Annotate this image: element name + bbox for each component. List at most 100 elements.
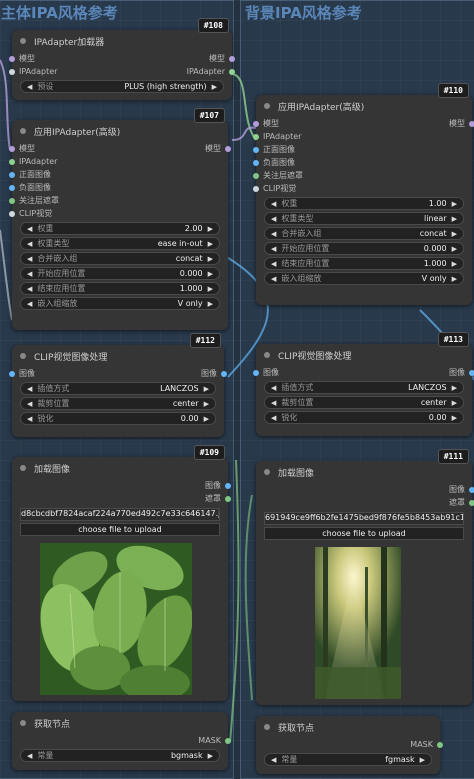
arrow-right-icon[interactable]: ▶ bbox=[452, 260, 457, 268]
slot-dot-icon[interactable] bbox=[469, 499, 474, 506]
embeds-scaling-combo[interactable]: ◀ 嵌入组缩放 V only ▶ bbox=[264, 272, 464, 285]
arrow-left-icon[interactable]: ◀ bbox=[271, 245, 276, 253]
arrow-left-icon[interactable]: ◀ bbox=[27, 400, 32, 408]
input-slot-negative-image[interactable]: 负面图像 bbox=[253, 156, 295, 169]
arrow-right-icon[interactable]: ▶ bbox=[420, 756, 425, 764]
input-slot-ipadapter[interactable]: IPAdapter bbox=[9, 155, 57, 168]
arrow-left-icon[interactable]: ◀ bbox=[27, 225, 32, 233]
collapse-toggle-icon[interactable] bbox=[20, 38, 26, 44]
input-slot-ipadapter[interactable]: IPAdapter bbox=[253, 130, 301, 143]
arrow-right-icon[interactable]: ▶ bbox=[208, 300, 213, 308]
node-header[interactable]: 加载图像 bbox=[12, 457, 228, 479]
slot-dot-icon[interactable] bbox=[253, 146, 259, 153]
arrow-right-icon[interactable]: ▶ bbox=[204, 415, 209, 423]
embeds-scaling-combo[interactable]: ◀ 嵌入组缩放 V only ▶ bbox=[20, 297, 220, 310]
constant-combo[interactable]: ◀ 常量 bgmask ▶ bbox=[20, 749, 220, 762]
arrow-left-icon[interactable]: ◀ bbox=[271, 756, 276, 764]
node-clip-vision-prep-right[interactable]: #113 CLIP视觉图像处理 图像 图像 ◀ 插值方式 LANCZOS ▶ ◀ 裁剪位… bbox=[253, 332, 474, 436]
output-slot-model[interactable]: 模型 bbox=[209, 52, 235, 65]
sharpening-number[interactable]: ◀ 锐化 0.00 ▶ bbox=[264, 411, 464, 424]
slot-dot-icon[interactable] bbox=[469, 369, 474, 376]
arrow-right-icon[interactable]: ▶ bbox=[208, 270, 213, 278]
node-get-right[interactable]: 获取节点 MASK ◀ 常量 fgmask ▶ bbox=[256, 716, 443, 774]
input-slot-image[interactable]: 图像 bbox=[9, 367, 35, 380]
slot-dot-icon[interactable] bbox=[9, 171, 15, 178]
slot-dot-icon[interactable] bbox=[253, 369, 259, 376]
arrow-left-icon[interactable]: ◀ bbox=[271, 215, 276, 223]
image-filename-combo[interactable]: 691949ce9ff6b2fe1475bed9f876fe5b8453ab91… bbox=[264, 512, 464, 525]
arrow-left-icon[interactable]: ◀ bbox=[27, 415, 32, 423]
arrow-left-icon[interactable]: ◀ bbox=[27, 385, 32, 393]
node-apply-ipadapter-right[interactable]: #110 应用IPAdapter(高级) 模型 模型 IPAdapter 正面图… bbox=[253, 83, 474, 305]
weight-number[interactable]: ◀ 权重 2.00 ▶ bbox=[20, 222, 220, 235]
input-slot-positive-image[interactable]: 正面图像 bbox=[253, 143, 295, 156]
collapse-toggle-icon[interactable] bbox=[20, 353, 26, 359]
node-graph-canvas[interactable]: 主体IPA风格参考 背景IPA风格参考 #108 IPAdapter加载器 模型… bbox=[0, 0, 474, 779]
arrow-right-icon[interactable]: ▶ bbox=[208, 285, 213, 293]
slot-dot-icon[interactable] bbox=[253, 185, 259, 192]
collapse-toggle-icon[interactable] bbox=[264, 103, 270, 109]
node-header[interactable]: IPAdapter加载器 bbox=[12, 30, 232, 52]
slot-dot-icon[interactable] bbox=[9, 184, 15, 191]
output-slot-image[interactable]: 图像 bbox=[449, 483, 474, 496]
slot-dot-icon[interactable] bbox=[229, 55, 235, 62]
interpolation-combo[interactable]: ◀ 插值方式 LANCZOS ▶ bbox=[20, 382, 216, 395]
arrow-left-icon[interactable]: ◀ bbox=[27, 240, 32, 248]
arrow-left-icon[interactable]: ◀ bbox=[271, 200, 276, 208]
node-header[interactable]: CLIP视觉图像处理 bbox=[256, 344, 472, 366]
collapse-toggle-icon[interactable] bbox=[264, 469, 270, 475]
arrow-left-icon[interactable]: ◀ bbox=[27, 255, 32, 263]
arrow-right-icon[interactable]: ▶ bbox=[452, 200, 457, 208]
arrow-right-icon[interactable]: ▶ bbox=[452, 230, 457, 238]
sharpening-number[interactable]: ◀ 锐化 0.00 ▶ bbox=[20, 412, 216, 425]
arrow-left-icon[interactable]: ◀ bbox=[27, 300, 32, 308]
slot-dot-icon[interactable] bbox=[221, 370, 227, 377]
arrow-left-icon[interactable]: ◀ bbox=[271, 414, 276, 422]
end-at-number[interactable]: ◀ 结束应用位置 1.000 ▶ bbox=[20, 282, 220, 295]
slot-dot-icon[interactable] bbox=[9, 197, 15, 204]
arrow-right-icon[interactable]: ▶ bbox=[452, 245, 457, 253]
slot-dot-icon[interactable] bbox=[9, 55, 15, 62]
preset-combo[interactable]: ◀ 预设 PLUS (high strength) ▶ bbox=[20, 80, 224, 93]
collapse-toggle-icon[interactable] bbox=[264, 352, 270, 358]
slot-dot-icon[interactable] bbox=[253, 133, 259, 140]
node-header[interactable]: CLIP视觉图像处理 bbox=[12, 345, 224, 367]
input-slot-model[interactable]: 模型 bbox=[9, 52, 35, 65]
output-slot-mask[interactable]: 遮罩 bbox=[205, 492, 231, 505]
node-get-left[interactable]: 获取节点 MASK ◀ 常量 bgmask ▶ bbox=[12, 712, 231, 770]
choose-file-button[interactable]: choose file to upload bbox=[20, 523, 220, 536]
output-slot-image[interactable]: 图像 bbox=[201, 367, 227, 380]
node-header[interactable]: 应用IPAdapter(高级) bbox=[256, 95, 472, 117]
slot-dot-icon[interactable] bbox=[9, 210, 15, 217]
slot-dot-icon[interactable] bbox=[9, 145, 15, 152]
output-slot-mask[interactable]: MASK bbox=[410, 738, 443, 751]
collapse-toggle-icon[interactable] bbox=[20, 465, 26, 471]
input-slot-clip-vision[interactable]: CLIP视觉 bbox=[9, 207, 52, 220]
output-slot-mask[interactable]: 遮罩 bbox=[449, 496, 474, 509]
arrow-right-icon[interactable]: ▶ bbox=[212, 83, 217, 91]
slot-dot-icon[interactable] bbox=[9, 158, 15, 165]
output-slot-ipadapter[interactable]: IPAdapter bbox=[187, 65, 235, 78]
crop-position-combo[interactable]: ◀ 裁剪位置 center ▶ bbox=[20, 397, 216, 410]
arrow-right-icon[interactable]: ▶ bbox=[208, 752, 213, 760]
node-header[interactable]: 应用IPAdapter(高级) bbox=[12, 120, 228, 142]
node-header[interactable]: 获取节点 bbox=[12, 712, 228, 734]
node-load-image-right[interactable]: #111 加载图像 图像 遮罩 691949ce9ff6b2fe1475bed9… bbox=[256, 449, 474, 705]
constant-combo[interactable]: ◀ 常量 fgmask ▶ bbox=[264, 753, 432, 766]
output-slot-mask[interactable]: MASK bbox=[198, 734, 231, 747]
node-ipadapter-loader[interactable]: #108 IPAdapter加载器 模型 模型 IPAdapter IPAdap… bbox=[9, 18, 235, 100]
input-slot-ipadapter[interactable]: IPAdapter bbox=[9, 65, 57, 78]
slot-dot-icon[interactable] bbox=[9, 68, 15, 75]
input-slot-negative-image[interactable]: 负面图像 bbox=[9, 181, 51, 194]
slot-dot-icon[interactable] bbox=[9, 370, 15, 377]
input-slot-positive-image[interactable]: 正面图像 bbox=[9, 168, 51, 181]
combine-embeds-combo[interactable]: ◀ 合并嵌入组 concat ▶ bbox=[264, 227, 464, 240]
input-slot-attn-mask[interactable]: 关注层遮罩 bbox=[253, 169, 303, 182]
slot-dot-icon[interactable] bbox=[253, 172, 259, 179]
weight-number[interactable]: ◀ 权重 1.00 ▶ bbox=[264, 197, 464, 210]
input-slot-attn-mask[interactable]: 关注层遮罩 bbox=[9, 194, 59, 207]
slot-dot-icon[interactable] bbox=[437, 741, 443, 748]
slot-dot-icon[interactable] bbox=[469, 486, 474, 493]
arrow-left-icon[interactable]: ◀ bbox=[27, 285, 32, 293]
weight-type-combo[interactable]: ◀ 权重类型 ease in-out ▶ bbox=[20, 237, 220, 250]
